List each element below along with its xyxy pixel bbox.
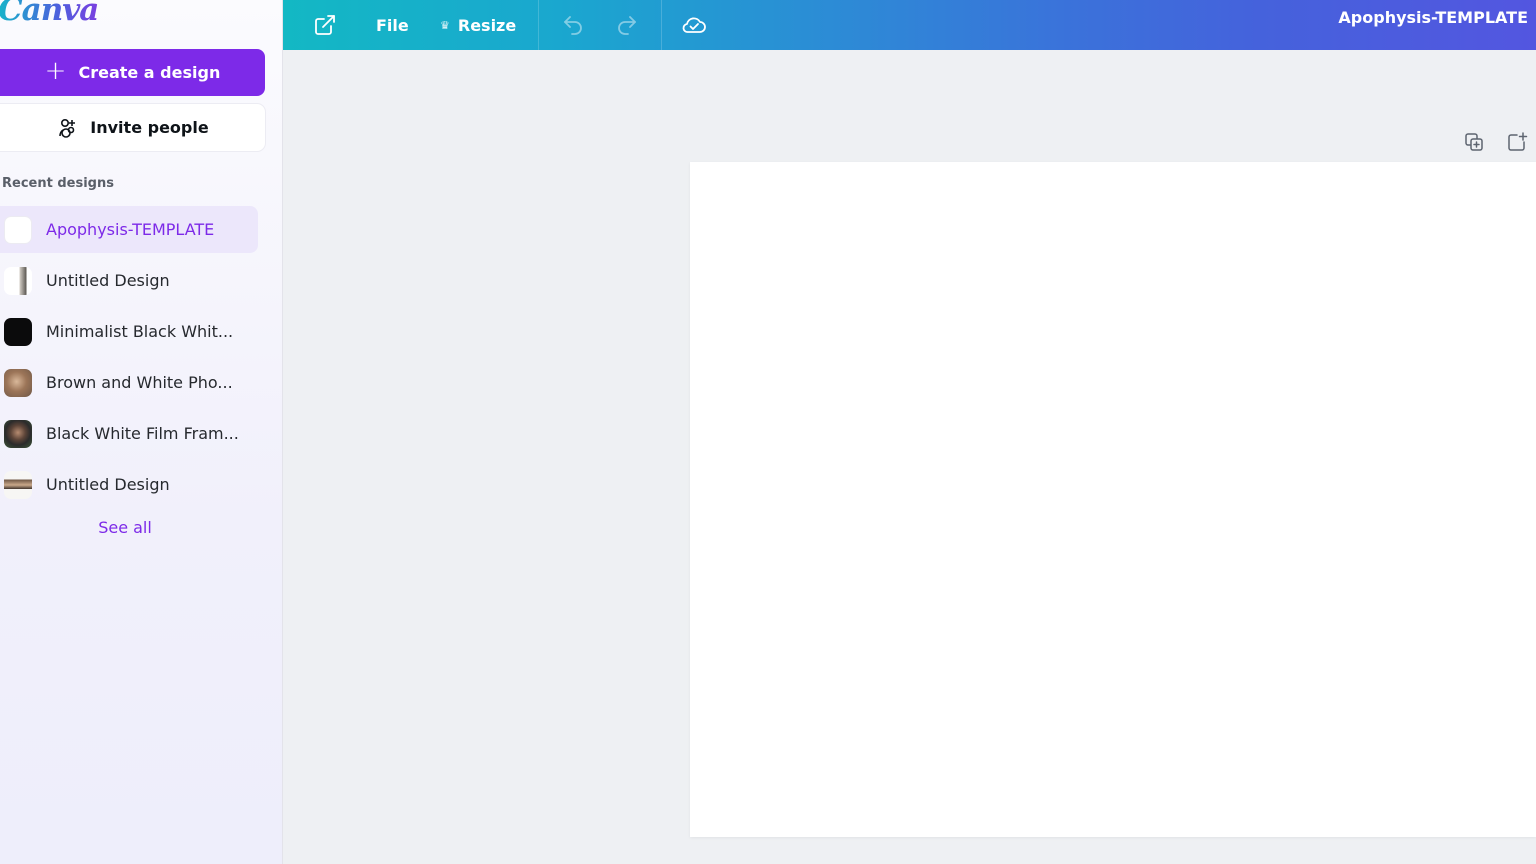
undo-icon (564, 16, 582, 35)
home-button[interactable] (313, 0, 337, 50)
recent-design-item[interactable]: Untitled Design (0, 257, 258, 304)
redo-button[interactable] (615, 0, 639, 50)
recent-design-label: Brown and White Pho... (46, 373, 233, 392)
document-title[interactable]: Apophysis-TEMPLATE (1338, 0, 1528, 34)
editor-toolbar: File ♛ Resize Apophysis-TEMPLATE (283, 0, 1536, 50)
recent-design-label: Untitled Design (46, 271, 170, 290)
canva-editor: Canva + Create a design Invite people Re… (0, 0, 1536, 864)
recent-design-label: Apophysis-TEMPLATE (46, 220, 215, 239)
sidebar: Canva + Create a design Invite people Re… (0, 0, 283, 864)
design-thumbnail (4, 470, 32, 499)
create-design-button[interactable]: + Create a design (0, 49, 265, 96)
recent-design-item[interactable]: Brown and White Pho... (0, 359, 258, 406)
add-people-icon (59, 118, 76, 138)
recent-design-label: Black White Film Fram... (46, 424, 239, 443)
crown-icon: ♛ (440, 18, 450, 32)
external-link-icon (315, 15, 335, 35)
save-status-button[interactable] (681, 0, 707, 50)
add-page-icon (1508, 132, 1528, 151)
undo-button[interactable] (561, 0, 585, 50)
design-page[interactable] (690, 162, 1536, 837)
recent-design-item[interactable]: Black White Film Fram... (0, 410, 258, 457)
design-thumbnail (4, 317, 32, 346)
design-thumbnail (4, 215, 32, 244)
see-all-link[interactable]: See all (0, 518, 250, 537)
duplicate-page-button[interactable] (1462, 130, 1486, 154)
cloud-check-icon (682, 17, 706, 33)
recent-design-item[interactable]: Apophysis-TEMPLATE (0, 206, 258, 253)
recent-designs-list: Apophysis-TEMPLATE Untitled Design Minim… (0, 206, 258, 512)
file-menu-label: File (376, 15, 409, 35)
resize-label: Resize (457, 15, 517, 35)
resize-button[interactable]: ♛ Resize (440, 0, 516, 50)
design-thumbnail (4, 368, 32, 397)
plus-icon: + (44, 56, 67, 86)
duplicate-page-icon (1465, 133, 1483, 151)
design-thumbnail (4, 266, 32, 295)
file-menu-button[interactable]: File (376, 0, 409, 50)
invite-people-button[interactable]: Invite people (0, 104, 265, 151)
toolbar-divider (661, 0, 662, 50)
canva-logo[interactable]: Canva (0, 0, 99, 28)
toolbar-divider (538, 0, 539, 50)
add-page-button[interactable] (1505, 130, 1529, 154)
recent-design-item[interactable]: Untitled Design (0, 461, 258, 508)
design-thumbnail (4, 419, 32, 448)
recent-design-item[interactable]: Minimalist Black Whit... (0, 308, 258, 355)
recent-design-label: Minimalist Black Whit... (46, 322, 234, 341)
invite-people-label: Invite people (90, 118, 209, 137)
create-design-label: Create a design (78, 63, 221, 82)
recent-design-label: Untitled Design (46, 475, 170, 494)
recent-designs-heading: Recent designs (2, 176, 114, 191)
redo-icon (618, 16, 636, 35)
canvas-workspace (283, 50, 1536, 864)
